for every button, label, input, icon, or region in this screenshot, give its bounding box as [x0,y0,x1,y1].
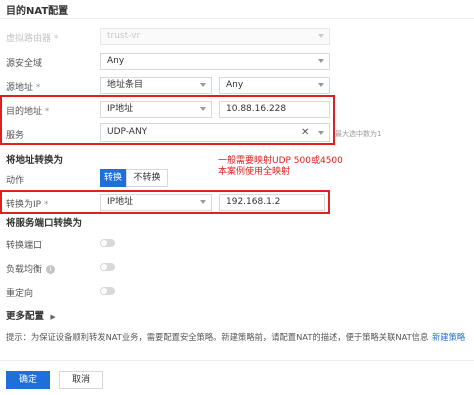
source-zone-value: Any [107,56,125,66]
virtual-router-value: trust-vr [107,31,141,41]
page-title: 目的NAT配置 [6,6,69,17]
chevron-down-icon [318,59,324,63]
load-balance-label: 负载均衡 i [6,262,56,275]
virtual-router-select: trust-vr [100,28,330,45]
info-icon[interactable]: i [46,265,56,274]
source-address-value: Any [226,80,244,90]
load-balance-switch[interactable] [100,263,115,271]
translate-address-title: 将地址转换为 [6,155,64,166]
source-address-select[interactable]: Any [219,77,330,94]
footer-divider [0,360,474,361]
new-policy-link[interactable]: 新建策略 [432,331,465,343]
cancel-button[interactable]: 取消 [59,371,103,389]
triangle-right-icon: ▶ [50,313,56,321]
virtual-router-label: 虚拟路由器 * [6,34,59,44]
source-zone-label: 源安全域 [6,59,43,69]
annotation-text: 一般需要映射UDP 500或4500 本案例使用全映射 [218,156,343,178]
chevron-down-icon [200,83,206,87]
highlight-box-dest [0,95,335,145]
port-translate-switch[interactable] [100,239,115,247]
highlight-box-to-ip [0,190,330,214]
translate-port-title: 将服务端口转换为 [6,218,83,229]
convert-toggle-button[interactable]: 转换 [100,169,126,187]
redirect-label: 重定向 [6,289,34,299]
header-divider [0,18,474,19]
tip-text: 提示：为保证设备顺利转发NAT业务，需要配置安全策略。新建策略前，请配置NAT的… [6,332,429,342]
port-translate-label: 转换端口 [6,241,43,251]
redirect-switch[interactable] [100,287,115,295]
chevron-down-icon [318,83,324,87]
more-config-toggle[interactable]: 更多配置 ▶ [6,308,56,322]
action-label: 动作 [6,176,25,186]
source-address-type-select[interactable]: 地址条目 [100,77,212,94]
more-config-label: 更多配置 [6,311,45,322]
noconvert-toggle-button[interactable]: 不转换 [126,169,168,187]
source-address-label: 源地址 * [6,83,41,93]
source-address-type-value: 地址条目 [107,80,144,90]
source-zone-select[interactable]: Any [100,53,330,70]
annotation-line-2: 本案例使用全映射 [218,167,291,177]
chevron-down-icon [318,34,324,38]
ok-button[interactable]: 确定 [6,371,50,389]
annotation-line-1: 一般需要映射UDP 500或4500 [218,156,343,166]
service-hint: 最大选中数为1 [335,130,382,138]
